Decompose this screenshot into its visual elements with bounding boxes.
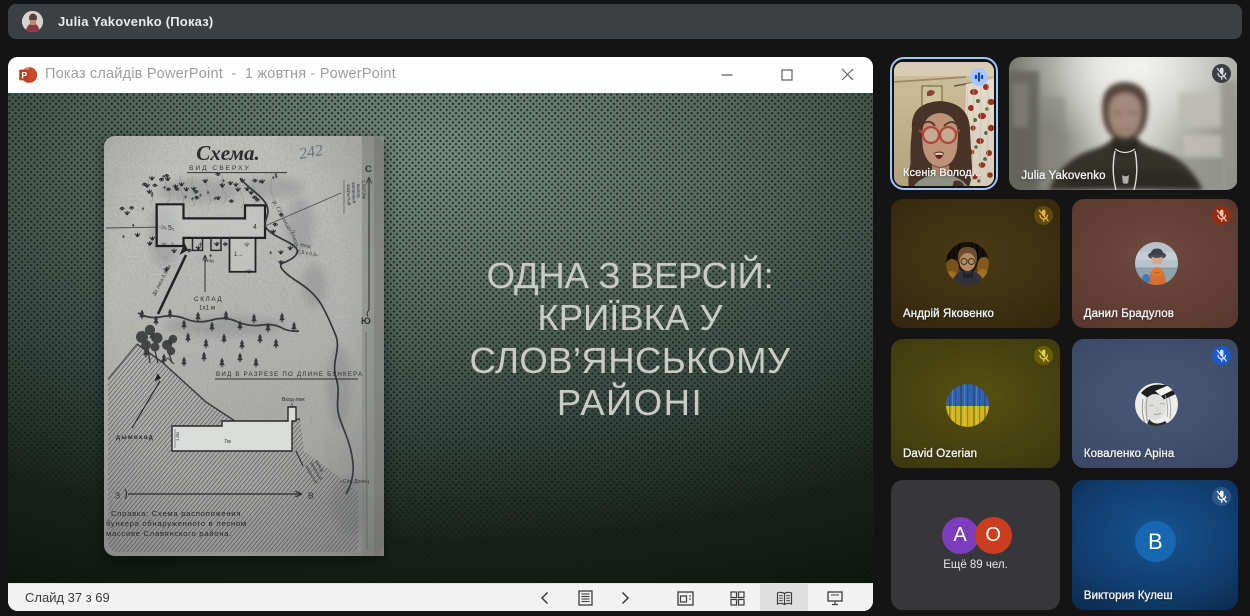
svg-text:P: P	[21, 70, 27, 80]
